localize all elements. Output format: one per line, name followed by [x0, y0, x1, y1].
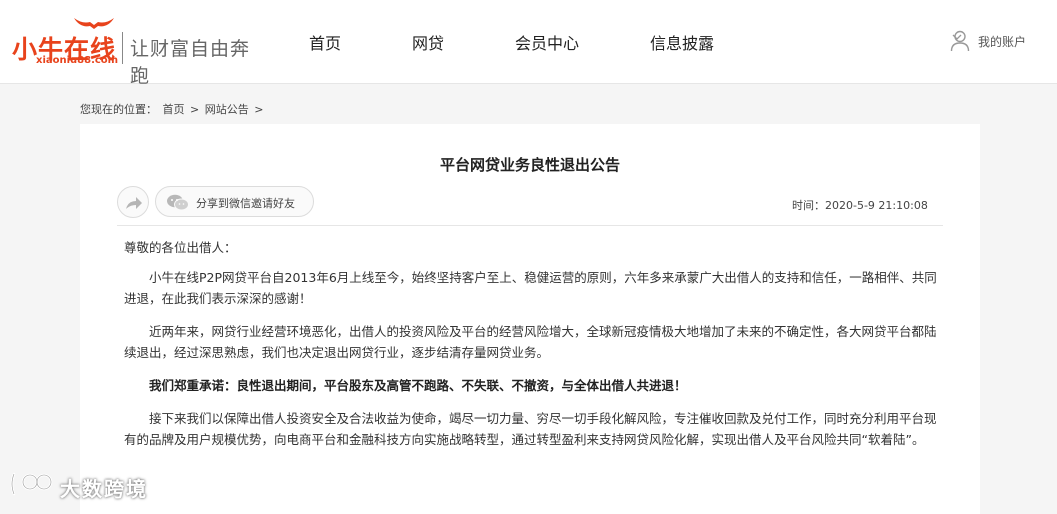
nav-item-lending[interactable]: 网贷 — [412, 30, 444, 54]
site-logo[interactable]: 小牛在线 xiaoniu88.com 让财富自由奔跑 — [10, 14, 250, 87]
wechat-share-button[interactable]: 分享到微信邀请好友 — [155, 186, 314, 217]
share-arrow-icon — [126, 197, 142, 209]
breadcrumb-item-announcements[interactable]: 网站公告 — [205, 103, 249, 116]
account-label: 我的账户 — [978, 35, 1027, 49]
article-title: 平台网贷业务良性退出公告 — [439, 156, 620, 174]
article-paragraph: 接下来我们以保障出借人投资安全及合法收益为使命，竭尽一切力量、穷尽一切手段化解风… — [124, 411, 937, 447]
logo-domain: xiaoniu88.com — [36, 55, 119, 66]
article-greeting: 尊敬的各位出借人： — [124, 240, 237, 255]
logo-slogan: 让财富自由奔跑 — [130, 38, 251, 87]
site-header: 小牛在线 xiaoniu88.com 让财富自由奔跑 首页 网贷 会员中心 信息… — [0, 0, 1057, 87]
breadcrumb-separator: > — [190, 103, 200, 116]
watermark-text: 大数跨境 — [60, 477, 148, 501]
article-body: 尊敬的各位出借人： 小牛在线P2P网贷平台自2013年6月上线至今，始终坚持客户… — [124, 237, 944, 462]
divider — [117, 225, 943, 226]
wechat-share-label: 分享到微信邀请好友 — [196, 197, 295, 210]
article-paragraph: 近两年来，网贷行业经营环境恶化，出借人的投资风险及平台的经营风险增大，全球新冠疫… — [124, 324, 937, 360]
logo-divider — [122, 32, 123, 64]
article-paragraph: 小牛在线P2P网贷平台自2013年6月上线至今，始终坚持客户至上、稳健运营的原则… — [124, 270, 937, 306]
article-commitment: 我们郑重承诺：良性退出期间，平台股东及高管不跑路、不失联、不撤资，与全体出借人共… — [149, 378, 687, 393]
breadcrumb-item-home[interactable]: 首页 — [163, 103, 185, 116]
share-button[interactable] — [117, 186, 149, 218]
breadcrumb: 您现在的位置： 首页 > 网站公告 > — [80, 101, 265, 117]
nav-item-member-center[interactable]: 会员中心 — [515, 30, 579, 54]
nav-item-disclosure[interactable]: 信息披露 — [650, 30, 714, 54]
breadcrumb-separator: > — [254, 103, 264, 116]
wechat-icon — [167, 194, 189, 211]
chevron-down-icon — [952, 34, 962, 40]
breadcrumb-prefix: 您现在的位置： — [80, 103, 157, 116]
watermark-logo-icon — [10, 472, 53, 496]
bull-horns-icon — [74, 18, 114, 29]
article-card: 平台网贷业务良性退出公告 分享到微信邀请好友 时间：2020-5-9 21:10… — [80, 124, 980, 514]
account-menu[interactable]: 我的账户 — [950, 30, 1050, 52]
nav-item-home[interactable]: 首页 — [309, 30, 341, 54]
watermark: 大数跨境 — [6, 470, 196, 501]
publish-time: 时间：2020-5-9 21:10:08 — [792, 199, 928, 212]
